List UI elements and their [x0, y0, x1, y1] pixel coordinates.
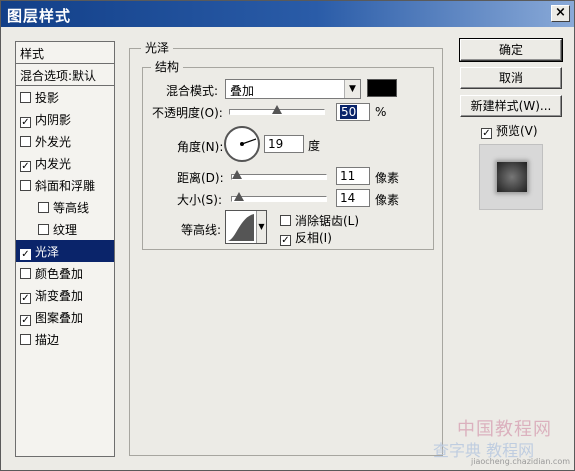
style-item-label: 投影 [35, 91, 60, 105]
structure-group-title: 结构 [151, 58, 184, 75]
style-item-checkbox[interactable]: ✓ [20, 249, 31, 260]
styles-header[interactable]: 样式 [16, 42, 114, 64]
contour-label: 等高线: [181, 223, 222, 237]
angle-label: 角度(N): [177, 140, 224, 154]
distance-slider[interactable] [231, 174, 327, 180]
style-item-checkbox[interactable]: ✓ [20, 315, 31, 326]
opacity-unit: % [375, 105, 387, 119]
style-item-label: 描边 [35, 333, 60, 347]
distance-unit: 像素 [375, 171, 400, 185]
blend-mode-select[interactable]: 叠加 ▼ [225, 79, 361, 99]
style-item-label: 外发光 [35, 135, 72, 149]
style-item-label: 颜色叠加 [35, 267, 84, 281]
style-item-checkbox[interactable] [20, 92, 31, 103]
watermark: 中国教程网 查字典 教程网 jiaocheng.chazidian.com [413, 413, 573, 468]
style-item-checkbox[interactable] [20, 136, 31, 147]
watermark-line-3: jiaocheng.chazidian.com [471, 457, 571, 466]
opacity-input[interactable]: 50 [336, 103, 370, 121]
angle-unit: 度 [308, 139, 321, 153]
contour-picker[interactable]: ▼ [225, 210, 267, 244]
style-item-checkbox[interactable]: ✓ [20, 293, 31, 304]
size-slider[interactable] [231, 196, 327, 202]
size-value: 14 [340, 191, 356, 205]
style-item-label: 斜面和浮雕 [35, 179, 96, 193]
angle-indicator [240, 138, 257, 146]
opacity-label: 不透明度(O): [152, 106, 223, 120]
style-item[interactable]: ✓ 内阴影 [16, 108, 114, 130]
preview-checkbox[interactable]: ✓ [481, 128, 492, 139]
title-bar[interactable]: 图层样式 × [1, 1, 574, 27]
anti-alias-option[interactable]: 消除锯齿(L) [280, 212, 359, 229]
preview-option[interactable]: ✓ 预览(V) [481, 122, 538, 139]
chevron-down-icon[interactable]: ▼ [344, 80, 360, 98]
distance-label: 距离(D): [177, 171, 224, 185]
anti-alias-checkbox[interactable] [280, 215, 291, 226]
size-label: 大小(S): [177, 193, 223, 207]
style-item-checkbox[interactable]: ✓ [20, 161, 31, 172]
angle-value: 19 [268, 137, 284, 151]
style-item-label: 纹理 [53, 223, 78, 237]
close-button[interactable]: × [551, 5, 570, 22]
opacity-slider-thumb[interactable] [272, 105, 282, 114]
style-item-label: 内发光 [35, 157, 72, 171]
size-unit: 像素 [375, 193, 400, 207]
invert-label: 反相(I) [295, 231, 332, 245]
distance-slider-thumb[interactable] [232, 170, 242, 179]
preview-label: 预览(V) [496, 124, 538, 138]
style-item[interactable]: ✓ 光泽 [16, 240, 114, 262]
style-item[interactable]: 外发光 [16, 130, 114, 152]
style-item-checkbox[interactable] [38, 224, 49, 235]
anti-alias-label: 消除锯齿(L) [295, 214, 360, 228]
style-item[interactable]: ✓ 图案叠加 [16, 306, 114, 328]
style-item[interactable]: 颜色叠加 [16, 262, 114, 284]
size-input[interactable]: 14 [336, 189, 370, 207]
style-item-label: 图案叠加 [35, 311, 84, 325]
style-item[interactable]: 描边 [16, 328, 114, 350]
style-preview [479, 144, 543, 210]
style-item-checkbox[interactable] [38, 202, 49, 213]
style-item-label: 光泽 [35, 245, 60, 259]
angle-dial[interactable] [224, 126, 260, 162]
new-style-button[interactable]: 新建样式(W)... [460, 95, 562, 117]
style-item-label: 等高线 [53, 201, 90, 215]
blend-options-item[interactable]: 混合选项:默认 [16, 64, 114, 86]
style-item[interactable]: 纹理 [16, 218, 114, 240]
style-item[interactable]: 等高线 [16, 196, 114, 218]
invert-checkbox[interactable]: ✓ [280, 235, 291, 246]
invert-option[interactable]: ✓ 反相(I) [280, 229, 332, 246]
size-slider-thumb[interactable] [234, 192, 244, 201]
satin-group-title: 光泽 [141, 39, 174, 56]
opacity-value: 50 [340, 105, 358, 119]
distance-input[interactable]: 11 [336, 167, 370, 185]
layer-style-dialog: 图层样式 × 样式 混合选项:默认 投影 ✓ 内阴影外发光 ✓ 内发光斜面和浮雕等高线纹… [0, 0, 575, 471]
style-item[interactable]: ✓ 内发光 [16, 152, 114, 174]
style-item-checkbox[interactable] [20, 334, 31, 345]
style-item-checkbox[interactable] [20, 180, 31, 191]
blend-mode-label: 混合模式: [166, 84, 219, 98]
style-item-label: 渐变叠加 [35, 289, 84, 303]
style-item[interactable]: 投影 [16, 86, 114, 108]
angle-input[interactable]: 19 [264, 135, 304, 153]
cancel-button[interactable]: 取消 [460, 67, 562, 89]
contour-curve-icon [228, 214, 254, 241]
style-item-checkbox[interactable]: ✓ [20, 117, 31, 128]
preview-thumbnail [497, 162, 527, 192]
distance-value: 11 [340, 169, 356, 183]
blend-color-swatch[interactable] [367, 79, 397, 97]
ok-button[interactable]: 确定 [459, 38, 563, 62]
style-item[interactable]: ✓ 渐变叠加 [16, 284, 114, 306]
style-item-label: 内阴影 [35, 113, 72, 127]
style-list: 样式 混合选项:默认 投影 ✓ 内阴影外发光 ✓ 内发光斜面和浮雕等高线纹理 ✓ 光泽颜色叠… [15, 41, 115, 457]
chevron-down-icon[interactable]: ▼ [256, 211, 266, 243]
style-item[interactable]: 斜面和浮雕 [16, 174, 114, 196]
dialog-title: 图层样式 [7, 7, 72, 25]
blend-mode-value: 叠加 [230, 84, 255, 98]
style-item-checkbox[interactable] [20, 268, 31, 279]
